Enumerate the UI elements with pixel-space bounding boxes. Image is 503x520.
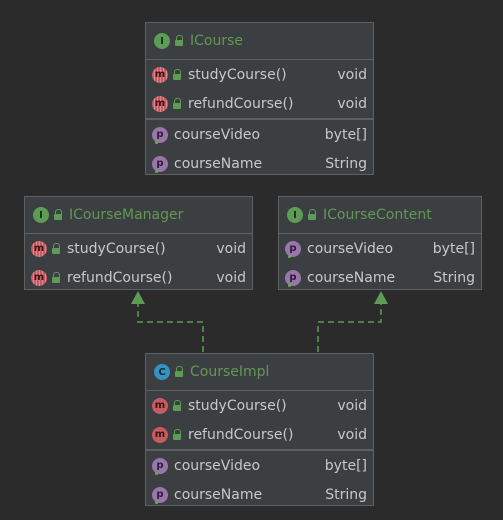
method-row[interactable]: m refundCourse() void [146,89,373,118]
public-lock-icon [307,209,317,221]
field-row[interactable]: p courseVideo byte[] [279,234,481,263]
icourse-manager-node[interactable]: I ICourseManager m studyCourse() void m … [24,196,253,290]
property-icon: p [152,486,168,503]
property-icon: p [152,155,168,172]
access-dot [155,472,158,475]
icourse-node[interactable]: I ICourse m studyCourse() void m refundC… [145,22,374,175]
property-icon: p [152,126,168,143]
field-type: String [433,269,475,286]
property-icon: p [285,269,301,286]
field-row[interactable]: p courseVideo byte[] [146,451,373,480]
field-row[interactable]: p courseVideo byte[] [146,120,373,149]
realization-line-manager [137,304,204,352]
public-lock-icon [174,35,184,47]
field-name: courseVideo [174,126,261,143]
public-lock-icon [51,242,61,255]
interface-icon: I [33,207,49,223]
access-dot [155,141,158,144]
method-type: void [337,66,367,83]
method-row[interactable]: m refundCourse() void [146,420,373,449]
public-lock-icon [53,209,63,221]
property-icon: p [152,457,168,474]
icourse-content-title: ICourseContent [323,207,432,223]
field-row[interactable]: p courseName String [146,149,373,178]
access-dot [155,170,158,173]
realization-line-content [317,304,382,352]
access-dot [155,501,158,504]
field-name: courseVideo [307,240,394,257]
method-name: refundCourse() [188,426,294,443]
icourse-title: ICourse [190,33,244,49]
method-name: refundCourse() [67,269,173,286]
method-row[interactable]: m studyCourse() void [146,60,373,89]
method-name: studyCourse() [67,240,166,257]
method-row[interactable]: m refundCourse() void [25,263,252,292]
field-type: byte[] [432,240,475,257]
public-lock-icon [174,366,184,378]
icourse-header: I ICourse [146,23,373,60]
arrowhead-manager [131,291,145,304]
method-type: void [337,397,367,414]
field-type: byte[] [324,126,367,143]
method-name: studyCourse() [188,66,287,83]
interface-icon: I [287,207,303,223]
course-impl-header: C CourseImpl [146,354,373,391]
method-icon: m [31,269,47,286]
icourse-content-header: I ICourseContent [279,197,481,234]
method-icon: m [31,240,47,257]
field-row[interactable]: p courseName String [279,263,481,292]
public-lock-icon [51,271,61,284]
public-lock-icon [172,97,182,110]
field-type: byte[] [324,457,367,474]
method-type: void [337,95,367,112]
method-icon: m [152,426,168,443]
public-lock-icon [172,399,182,412]
arrowhead-content [374,291,388,304]
icourse-manager-title: ICourseManager [69,207,184,223]
method-icon: m [152,397,168,414]
field-name: courseVideo [174,457,261,474]
method-icon: m [152,66,168,83]
field-name: courseName [307,269,396,286]
field-name: courseName [174,486,263,503]
method-name: refundCourse() [188,95,294,112]
method-icon: m [152,95,168,112]
method-type: void [216,240,246,257]
public-lock-icon [172,68,182,81]
icourse-content-node[interactable]: I ICourseContent p courseVideo byte[] p … [278,196,482,290]
access-dot [288,284,291,287]
property-icon: p [285,240,301,257]
method-name: studyCourse() [188,397,287,414]
method-row[interactable]: m studyCourse() void [25,234,252,263]
interface-icon: I [154,33,170,49]
course-impl-title: CourseImpl [190,364,270,380]
field-type: String [325,155,367,172]
method-type: void [216,269,246,286]
field-row[interactable]: p courseName String [146,480,373,509]
method-row[interactable]: m studyCourse() void [146,391,373,420]
field-type: String [325,486,367,503]
field-name: courseName [174,155,263,172]
method-type: void [337,426,367,443]
class-icon: C [154,364,170,380]
public-lock-icon [172,428,182,441]
icourse-manager-header: I ICourseManager [25,197,252,234]
course-impl-node[interactable]: C CourseImpl m studyCourse() void m refu… [145,353,374,506]
access-dot [288,255,291,258]
